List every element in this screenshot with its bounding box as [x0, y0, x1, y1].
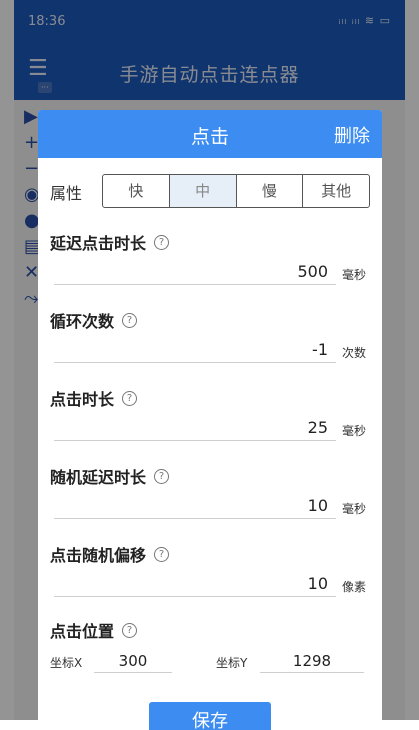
speed-segmented-control: 快 中 慢 其他 — [102, 174, 370, 208]
coord-x-label: 坐标X — [50, 656, 83, 670]
speed-option-fast[interactable]: 快 — [103, 175, 170, 207]
field-click-position: 点击位置? — [50, 618, 370, 642]
field-click-duration: 点击时长? 25 毫秒 — [50, 386, 370, 441]
field-loop-count: 循环次数? -1 次数 — [50, 308, 370, 363]
unit-label: 像素 — [342, 580, 367, 594]
field-label: 循环次数 — [50, 312, 115, 331]
unit-label: 次数 — [342, 346, 367, 360]
help-icon[interactable]: ? — [154, 468, 170, 484]
speed-option-medium[interactable]: 中 — [169, 175, 237, 207]
field-label: 随机延迟时长 — [50, 468, 147, 487]
unit-label: 毫秒 — [342, 502, 367, 516]
help-icon[interactable]: ? — [154, 234, 170, 250]
coord-y-input[interactable]: 1298 — [260, 650, 364, 673]
unit-label: 毫秒 — [342, 424, 367, 438]
field-label: 延迟点击时长 — [50, 234, 147, 253]
click-settings-dialog: 点击 删除 属性 快 中 慢 其他 延迟点击时长? 500 毫秒 循环次数? -… — [38, 110, 382, 730]
dialog-title: 点击 — [190, 126, 229, 148]
field-label: 点击时长 — [50, 390, 115, 409]
loop-count-input[interactable]: -1 — [54, 340, 336, 363]
help-icon[interactable]: ? — [122, 622, 138, 638]
speed-option-other[interactable]: 其他 — [303, 175, 369, 207]
field-random-offset: 点击随机偏移? 10 像素 — [50, 542, 370, 597]
coordinate-row: 坐标X 300 坐标Y 1298 — [50, 650, 370, 676]
save-button[interactable]: 保存 — [149, 702, 271, 730]
help-icon[interactable]: ? — [154, 546, 170, 562]
delay-input[interactable]: 500 — [54, 262, 336, 285]
help-icon[interactable]: ? — [122, 390, 138, 406]
attribute-label: 属性 — [50, 184, 83, 203]
random-delay-input[interactable]: 10 — [54, 496, 336, 519]
field-label: 点击位置 — [50, 622, 115, 641]
help-icon[interactable]: ? — [122, 312, 138, 328]
speed-option-slow[interactable]: 慢 — [237, 175, 304, 207]
dialog-header: 点击 删除 — [38, 110, 382, 158]
field-label: 点击随机偏移 — [50, 546, 147, 565]
click-duration-input[interactable]: 25 — [54, 418, 336, 441]
attribute-row: 属性 快 中 慢 其他 — [50, 174, 370, 208]
field-delay: 延迟点击时长? 500 毫秒 — [50, 230, 370, 285]
unit-label: 毫秒 — [342, 268, 367, 282]
field-random-delay: 随机延迟时长? 10 毫秒 — [50, 464, 370, 519]
delete-button[interactable]: 删除 — [334, 122, 370, 148]
random-offset-input[interactable]: 10 — [54, 574, 336, 597]
coord-y-label: 坐标Y — [216, 656, 248, 670]
coord-x-input[interactable]: 300 — [94, 650, 172, 673]
